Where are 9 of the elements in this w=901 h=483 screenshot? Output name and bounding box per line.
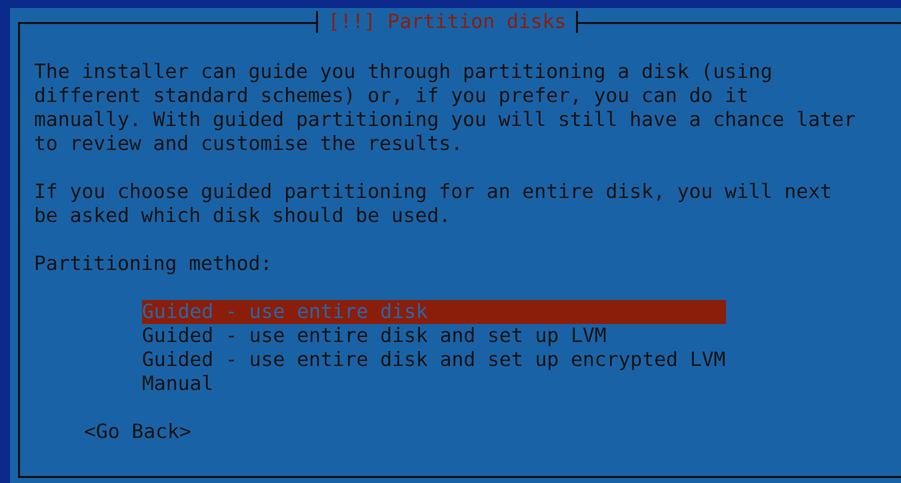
- dialog-title: [!!] Partition disks: [316, 11, 578, 33]
- menu-option[interactable]: Manual: [142, 372, 726, 396]
- menu-option[interactable]: Guided - use entire disk and set up encrypted LVM: [142, 348, 726, 372]
- prompt-label: Partitioning method:: [34, 252, 274, 276]
- paragraph: If you choose guided partitioning for an entire disk, you will next be asked which disk should be used.: [34, 180, 833, 228]
- go-back-button[interactable]: <Go Back>: [84, 420, 192, 444]
- menu-option[interactable]: Guided - use entire disk: [142, 300, 726, 324]
- paragraph: The installer can guide you through partitioning a disk (using different standard schemes) or, if you prefer, you can do it manually. With guided partitioning you will still have a chance later to review and customise the results.: [34, 60, 857, 156]
- menu-option[interactable]: Guided - use entire disk and set up LVM: [142, 324, 726, 348]
